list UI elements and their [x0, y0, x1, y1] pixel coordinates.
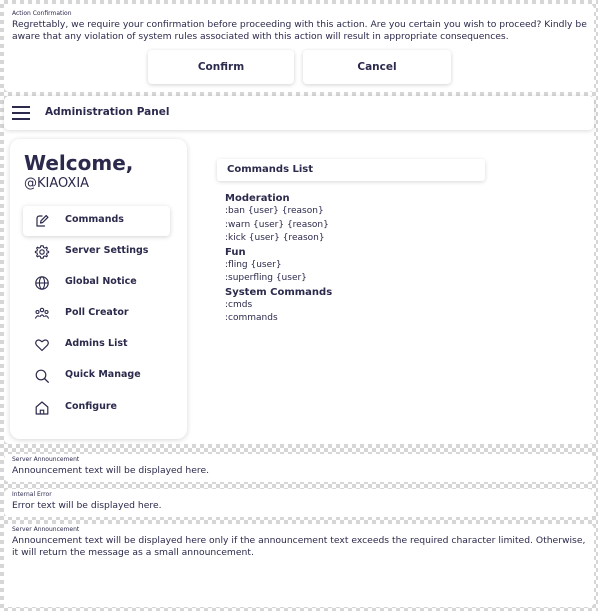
- gear-icon: [34, 245, 50, 259]
- commands-list: Moderation :ban {user} {reason} :warn {u…: [225, 192, 332, 326]
- sidebar-item-commands[interactable]: Commands: [23, 206, 170, 236]
- sidebar-item-label: Configure: [65, 401, 117, 412]
- users-icon: [34, 307, 50, 319]
- sidebar-item-configure[interactable]: Configure: [23, 393, 170, 423]
- sidebar-item-label: Commands: [65, 214, 124, 225]
- command-item: :fling {user}: [225, 259, 282, 270]
- server-announcement-text: Announcement text will be displayed here…: [12, 465, 210, 476]
- sidebar-item-label: Admins List: [65, 338, 128, 349]
- globe-icon: [35, 276, 49, 290]
- welcome-heading: Welcome,: [24, 151, 134, 175]
- category-moderation: Moderation: [225, 193, 290, 204]
- command-item: :ban {user} {reason}: [225, 206, 324, 216]
- home-icon: [35, 401, 49, 415]
- sidebar: Welcome, @KIAOXIA Commands Server Settin…: [10, 139, 187, 439]
- sidebar-item-label: Server Settings: [65, 245, 149, 256]
- confirm-button[interactable]: Confirm: [148, 50, 294, 84]
- sidebar-item-label: Global Notice: [65, 276, 137, 287]
- sidebar-item-label: Quick Manage: [65, 369, 141, 380]
- action-confirmation-message: Regrettably, we require your confirmatio…: [12, 19, 587, 42]
- cancel-button[interactable]: Cancel: [303, 50, 451, 84]
- commands-list-header: Commands List: [217, 159, 485, 181]
- internal-error-caption: Internal Error: [12, 491, 52, 498]
- hamburger-menu-icon[interactable]: [12, 106, 30, 120]
- internal-error-panel: Internal Error Error text will be displa…: [4, 489, 594, 517]
- edit-icon: [36, 215, 49, 227]
- long-announcement-caption: Server Announcement: [12, 526, 80, 533]
- server-announcement-caption: Server Announcement: [12, 456, 80, 463]
- long-announcement-panel: Server Announcement Announcement text wi…: [4, 524, 594, 607]
- command-item: :superfling {user}: [225, 273, 307, 283]
- sidebar-item-quick-manage[interactable]: Quick Manage: [23, 361, 170, 391]
- category-fun: Fun: [225, 246, 246, 258]
- username-label: @KIAOXIA: [24, 176, 90, 191]
- panel-title: Administration Panel: [45, 106, 170, 118]
- server-announcement-panel: Server Announcement Announcement text wi…: [4, 454, 594, 482]
- internal-error-text: Error text will be displayed here.: [12, 500, 162, 511]
- sidebar-item-admins-list[interactable]: Admins List: [23, 330, 170, 360]
- command-item: :warn {user} {reason}: [225, 219, 329, 230]
- sidebar-item-poll-creator[interactable]: Poll Creator: [23, 299, 170, 329]
- command-item: :kick {user} {reason}: [225, 233, 325, 243]
- sidebar-item-server-settings[interactable]: Server Settings: [23, 237, 170, 267]
- heart-icon: [35, 339, 49, 352]
- long-announcement-text: Announcement text will be displayed here…: [12, 535, 586, 558]
- command-item: :commands: [225, 313, 278, 323]
- search-icon: [35, 369, 49, 383]
- action-confirmation-caption: Action Confirmation: [12, 10, 72, 17]
- command-item: :cmds: [225, 299, 253, 310]
- category-system-commands: System Commands: [225, 286, 333, 298]
- top-bar: Administration Panel: [4, 96, 594, 130]
- sidebar-item-global-notice[interactable]: Global Notice: [23, 268, 170, 298]
- action-confirmation-panel: Action Confirmation Regrettably, we requ…: [4, 4, 594, 92]
- sidebar-item-label: Poll Creator: [65, 307, 129, 318]
- commands-list-title: Commands List: [227, 164, 314, 175]
- administration-panel: Administration Panel Welcome, @KIAOXIA C…: [4, 96, 594, 444]
